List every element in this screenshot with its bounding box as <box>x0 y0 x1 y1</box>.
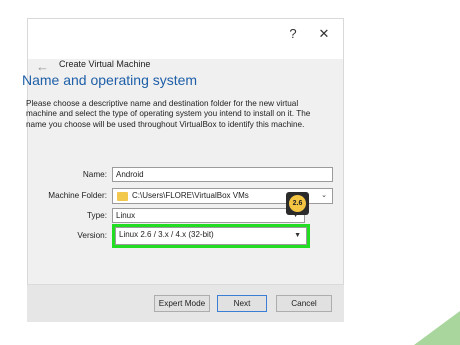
cancel-button[interactable]: Cancel <box>276 295 332 312</box>
close-button[interactable]: ✕ <box>315 25 333 43</box>
expert-mode-button[interactable]: Expert Mode <box>154 295 210 312</box>
title-bar: ? ✕ <box>28 19 343 59</box>
linux-os-icon: 2.6 <box>286 192 309 215</box>
help-button[interactable]: ? <box>284 25 302 43</box>
type-value: Linux <box>116 211 136 220</box>
type-label: Type: <box>86 211 107 220</box>
machine-folder-value: C:\Users\FLORE\VirtualBox VMs <box>132 191 249 200</box>
name-label: Name: <box>82 170 107 179</box>
version-label: Version: <box>77 231 107 240</box>
decorative-corner-shape <box>414 311 460 345</box>
description-text: Please choose a descriptive name and des… <box>26 99 311 129</box>
folder-icon <box>117 192 128 201</box>
type-select[interactable]: Linux ▼ <box>112 208 305 223</box>
machine-folder-label: Machine Folder: <box>48 191 107 200</box>
dialog-footer: Expert Mode Next Cancel <box>27 284 344 322</box>
os-version-badge: 2.6 <box>289 195 306 212</box>
name-input-value: Android <box>116 170 144 179</box>
section-heading: Name and operating system <box>22 72 198 88</box>
dialog-title: Create Virtual Machine <box>59 59 151 69</box>
version-highlight-box <box>112 224 310 248</box>
name-input[interactable]: Android <box>112 167 333 182</box>
chevron-down-icon: ⌄ <box>321 192 327 199</box>
next-button[interactable]: Next <box>217 295 267 312</box>
